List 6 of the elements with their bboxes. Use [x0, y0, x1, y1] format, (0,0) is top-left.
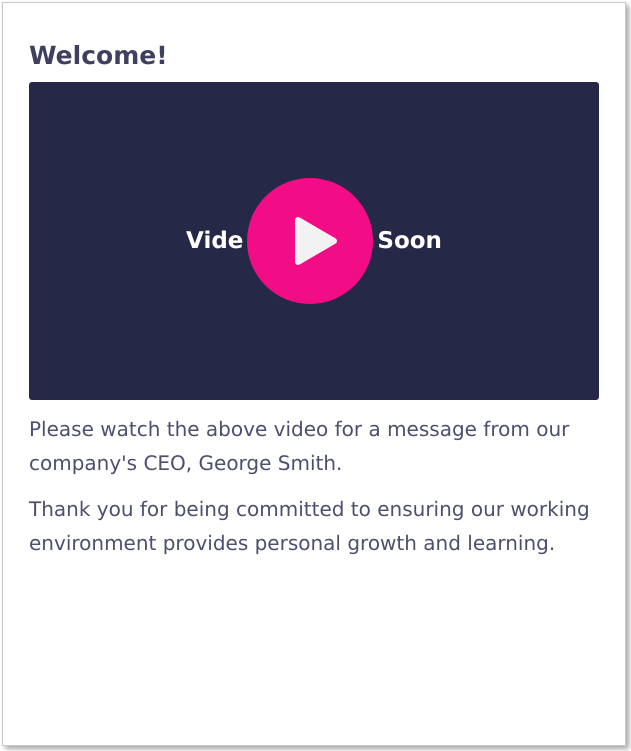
play-icon — [294, 216, 338, 266]
body-text: Thank you for being committed to ensuring our working environment provides personal growth and learning. — [29, 496, 591, 557]
body-text: Please watch the above video for a message from our company's CEO, George Smith. — [29, 416, 570, 477]
video-caption: Soon — [377, 228, 442, 254]
video-caption: Vide — [186, 228, 244, 254]
page-title: Welcome! — [29, 41, 169, 70]
